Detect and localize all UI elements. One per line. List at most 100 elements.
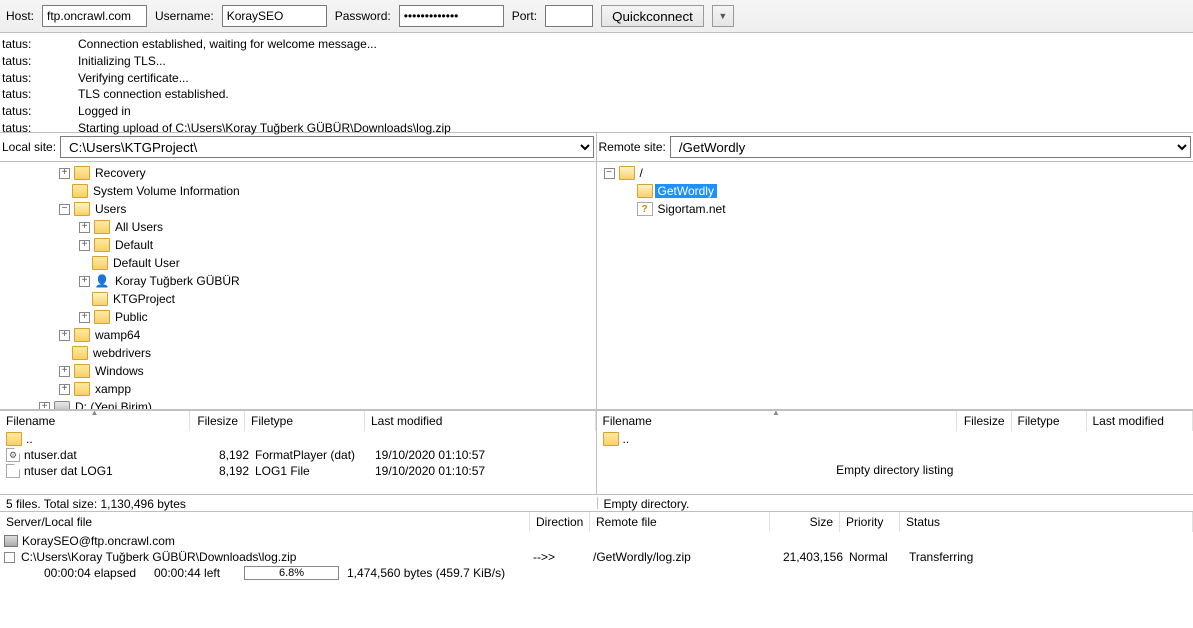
- tree-item[interactable]: webdrivers: [90, 346, 154, 360]
- parent-dir[interactable]: ..: [26, 432, 196, 446]
- tree-item[interactable]: Users: [92, 202, 129, 216]
- col-lastmod[interactable]: Last modified: [365, 411, 596, 431]
- remote-status: Empty directory.: [597, 497, 1188, 509]
- log-line: Connection established, waiting for welc…: [78, 36, 377, 53]
- file-mod: 19/10/2020 01:10:57: [369, 448, 590, 462]
- log-line: Verifying certificate...: [78, 70, 189, 87]
- tree-item[interactable]: Windows: [92, 364, 147, 378]
- col-direction[interactable]: Direction: [530, 512, 590, 532]
- file-mod: 19/10/2020 01:10:57: [369, 464, 590, 478]
- queue-server-label: KoraySEO@ftp.oncrawl.com: [22, 534, 175, 548]
- progress-bar: 6.8%: [244, 566, 339, 580]
- expand-icon[interactable]: +: [79, 312, 90, 323]
- tree-item-selected[interactable]: GetWordly: [655, 184, 717, 198]
- col-size[interactable]: Size: [770, 512, 840, 532]
- tree-item[interactable]: All Users: [112, 220, 166, 234]
- file-size: 8,192: [194, 448, 249, 462]
- password-input[interactable]: [399, 5, 504, 27]
- queue-size: 21,403,156: [773, 550, 843, 564]
- bytes-label: 1,474,560 bytes (459.7 KiB/s): [347, 566, 505, 580]
- col-server-local[interactable]: Server/Local file: [0, 512, 530, 532]
- username-input[interactable]: [222, 5, 327, 27]
- folder-icon: [74, 382, 90, 396]
- remote-path-combo[interactable]: /GetWordly: [670, 136, 1191, 158]
- tree-item[interactable]: wamp64: [92, 328, 143, 342]
- empty-listing-label: Empty directory listing: [597, 461, 1193, 479]
- remote-tree[interactable]: −/ GetWordly ?Sigortam.net: [597, 161, 1193, 409]
- left-label: 00:00:44 left: [154, 566, 244, 580]
- collapse-icon[interactable]: −: [59, 204, 70, 215]
- col-filesize[interactable]: Filesize: [190, 411, 245, 431]
- folder-icon: [94, 238, 110, 252]
- tree-item[interactable]: /: [637, 166, 646, 180]
- local-pane: Local site: C:\Users\KTGProject\ + Recove…: [0, 133, 597, 409]
- log-line: Initializing TLS...: [78, 53, 166, 70]
- queue-checkbox[interactable]: [4, 552, 15, 563]
- queue-server-row[interactable]: KoraySEO@ftp.oncrawl.com: [4, 534, 1189, 548]
- expand-icon[interactable]: +: [79, 222, 90, 233]
- file-type: LOG1 File: [249, 464, 369, 478]
- host-label: Host:: [6, 9, 34, 23]
- tree-item[interactable]: Sigortam.net: [655, 202, 729, 216]
- tree-item[interactable]: Default User: [110, 256, 183, 270]
- file-name[interactable]: ntuser dat LOG1: [24, 464, 194, 478]
- local-tree[interactable]: + Recovery System Volume Information − Use…: [0, 161, 596, 409]
- server-icon: [4, 535, 18, 547]
- tree-item[interactable]: Recovery: [92, 166, 149, 180]
- col-filesize[interactable]: Filesize: [957, 411, 1012, 431]
- file-panes: Filename Filesize Filetype Last modified…: [0, 410, 1193, 494]
- local-path-combo[interactable]: C:\Users\KTGProject\: [60, 136, 593, 158]
- drive-icon: [54, 401, 70, 409]
- queue-direction: -->>: [533, 550, 593, 564]
- tree-item[interactable]: Public: [112, 310, 151, 324]
- quickconnect-button[interactable]: Quickconnect: [601, 5, 704, 27]
- user-icon: 👤: [94, 274, 110, 288]
- tree-item[interactable]: xampp: [92, 382, 134, 396]
- tree-item[interactable]: KTGProject: [110, 292, 178, 306]
- folder-icon: [94, 220, 110, 234]
- expand-icon[interactable]: +: [79, 240, 90, 251]
- expand-icon[interactable]: +: [39, 402, 50, 410]
- transfer-queue: Server/Local file Direction Remote file …: [0, 511, 1193, 582]
- col-lastmod[interactable]: Last modified: [1087, 411, 1193, 431]
- file-name[interactable]: ntuser.dat: [24, 448, 194, 462]
- collapse-icon[interactable]: −: [604, 168, 615, 179]
- col-filetype[interactable]: Filetype: [1012, 411, 1087, 431]
- folder-icon: [74, 364, 90, 378]
- file-status-bar: 5 files. Total size: 1,130,496 bytes Emp…: [0, 494, 1193, 511]
- quickconnect-toolbar: Host: Username: Password: Port: Quickcon…: [0, 0, 1193, 33]
- col-filename[interactable]: Filename: [597, 411, 957, 431]
- local-file-list[interactable]: .. ntuser.dat8,192FormatPlayer (dat)19/1…: [0, 431, 596, 494]
- local-site-label: Local site:: [2, 140, 56, 154]
- expand-icon[interactable]: +: [59, 330, 70, 341]
- message-log: tatus:Connection established, waiting fo…: [0, 33, 1193, 133]
- parent-dir[interactable]: ..: [623, 432, 630, 446]
- col-status[interactable]: Status: [900, 512, 1193, 532]
- queue-file-row[interactable]: C:\Users\Koray Tuğberk GÜBÜR\Downloads\l…: [4, 550, 1189, 564]
- col-filename[interactable]: Filename: [0, 411, 190, 431]
- tree-item[interactable]: D: (Yeni Birim): [72, 400, 155, 409]
- port-input[interactable]: [545, 5, 593, 27]
- tree-item[interactable]: Default: [112, 238, 156, 252]
- expand-icon[interactable]: +: [59, 384, 70, 395]
- folder-icon: [74, 328, 90, 342]
- elapsed-label: 00:00:04 elapsed: [44, 566, 154, 580]
- password-label: Password:: [335, 9, 391, 23]
- file-icon: [6, 448, 20, 462]
- expand-icon[interactable]: +: [59, 366, 70, 377]
- col-filetype[interactable]: Filetype: [245, 411, 365, 431]
- expand-icon[interactable]: +: [79, 276, 90, 287]
- tree-item[interactable]: Koray Tuğberk GÜBÜR: [112, 274, 243, 288]
- expand-icon[interactable]: +: [59, 168, 70, 179]
- directory-panes: Local site: C:\Users\KTGProject\ + Recove…: [0, 133, 1193, 410]
- remote-file-list[interactable]: .. Empty directory listing: [597, 431, 1193, 494]
- host-input[interactable]: [42, 5, 147, 27]
- tree-item[interactable]: System Volume Information: [90, 184, 243, 198]
- queue-progress-row: 00:00:04 elapsed 00:00:44 left 6.8% 1,47…: [4, 566, 1189, 580]
- quickconnect-dropdown-button[interactable]: ▼: [712, 5, 734, 27]
- col-priority[interactable]: Priority: [840, 512, 900, 532]
- log-status-label: tatus:: [2, 70, 78, 87]
- folder-icon: [74, 202, 90, 216]
- remote-file-pane: Filename Filesize Filetype Last modified…: [597, 410, 1193, 494]
- col-remote-file[interactable]: Remote file: [590, 512, 770, 532]
